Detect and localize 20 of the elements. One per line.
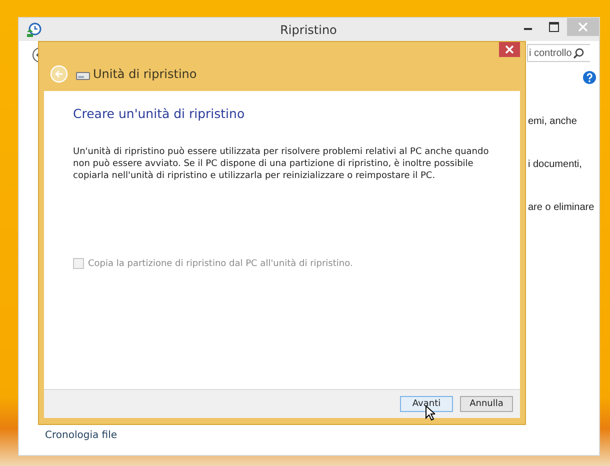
close-button[interactable]: [499, 42, 520, 57]
search-icon: [573, 48, 584, 58]
help-icon[interactable]: [583, 71, 596, 84]
description-text: emi, anche: [528, 116, 577, 127]
dialog-title: Unità di ripristino: [93, 67, 197, 81]
window-title: Ripristino: [279, 22, 338, 36]
close-icon: [578, 22, 588, 32]
checkbox-label: Copia la partizione di ripristino dal PC all'unità di ripristino.: [88, 258, 353, 268]
file-history-link[interactable]: Cronologia file: [45, 430, 118, 441]
description-text: are o eliminare: [528, 202, 594, 213]
drive-icon: [76, 70, 90, 80]
page-heading: Creare un'unità di ripristino: [73, 106, 246, 121]
recovery-app-icon: [26, 22, 42, 38]
description-text: Un'unità di ripristino può essere utilizzata per risolvere problemi relativi al PC anche quando non può essere avviato. Se il PC dispone di una partizione di ripristino, è inoltre possibile copiarla nell'unità di ripristino e utilizzarla per reinizializzare o reimpostare il PC.: [73, 146, 490, 182]
close-icon: [505, 45, 514, 54]
maximize-icon: [549, 22, 559, 32]
search-field[interactable]: i controllo: [527, 44, 590, 62]
mouse-pointer-icon: [425, 405, 435, 421]
dialog-button[interactable]: Annulla: [460, 396, 513, 412]
description-text: i documenti,: [528, 159, 582, 170]
